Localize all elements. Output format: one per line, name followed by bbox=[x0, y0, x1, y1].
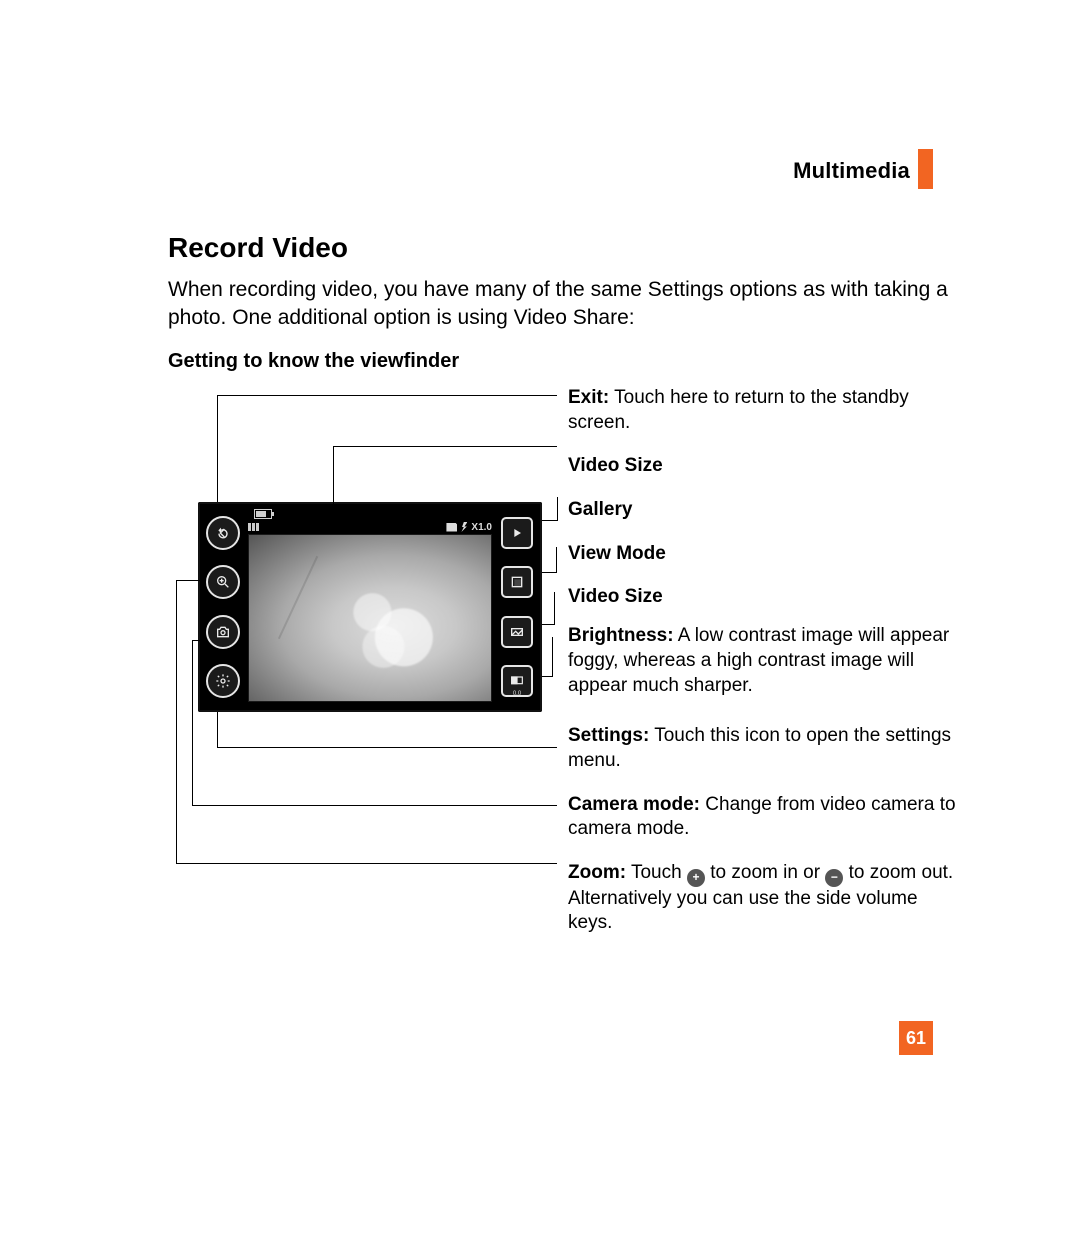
callout-exit: Exit: Touch here to return to the standb… bbox=[568, 386, 958, 435]
manual-page: Multimedia Record Video When recording v… bbox=[0, 0, 1080, 1260]
callout-camera-mode: Camera mode: Change from video camera to… bbox=[568, 793, 958, 842]
brightness-icon[interactable]: 0.0 bbox=[501, 665, 533, 697]
callout-video-size-side: Video Size bbox=[568, 585, 958, 610]
leader-line bbox=[552, 637, 553, 677]
leader-line bbox=[542, 520, 557, 521]
view-mode-icon[interactable] bbox=[501, 566, 533, 598]
zoom-in-icon[interactable] bbox=[206, 565, 240, 599]
leader-line bbox=[542, 572, 556, 573]
callout-list: Exit: Touch here to return to the standb… bbox=[568, 386, 958, 955]
leader-line bbox=[217, 747, 557, 748]
quality-icon bbox=[248, 523, 259, 531]
status-bar bbox=[248, 508, 492, 520]
leader-line bbox=[192, 805, 557, 806]
page-number: 61 bbox=[899, 1021, 933, 1055]
gear-icon[interactable] bbox=[206, 664, 240, 698]
battery-icon bbox=[254, 509, 272, 519]
leader-line bbox=[557, 497, 558, 521]
flash-icon bbox=[461, 522, 467, 532]
zoom-level-label: X1.0 bbox=[471, 522, 492, 533]
callout-view-mode: View Mode bbox=[568, 542, 958, 567]
leader-line bbox=[333, 446, 557, 447]
video-size-icon[interactable] bbox=[501, 616, 533, 648]
section-label: Multimedia bbox=[793, 158, 910, 184]
header-accent-bar bbox=[918, 149, 933, 189]
intro-paragraph: When recording video, you have many of t… bbox=[168, 276, 960, 333]
callout-zoom: Zoom: Touch + to zoom in or − to zoom ou… bbox=[568, 861, 958, 936]
left-button-column bbox=[203, 508, 243, 706]
plus-icon: + bbox=[687, 869, 705, 887]
leader-line bbox=[217, 395, 218, 502]
sd-card-icon bbox=[446, 523, 457, 532]
leader-line bbox=[176, 580, 177, 863]
viewfinder-preview-image bbox=[248, 534, 492, 702]
viewfinder-screenshot: X1.0 bbox=[198, 502, 542, 712]
info-bar: X1.0 bbox=[248, 521, 492, 533]
minus-icon: − bbox=[825, 869, 843, 887]
leader-line bbox=[542, 676, 552, 677]
leader-line bbox=[542, 624, 554, 625]
subsection-title: Getting to know the viewfinder bbox=[168, 350, 459, 373]
leader-line bbox=[217, 395, 557, 396]
leader-line bbox=[333, 446, 334, 506]
leader-line bbox=[554, 592, 555, 625]
leader-line bbox=[557, 497, 558, 498]
gallery-play-icon[interactable] bbox=[501, 517, 533, 549]
callout-settings: Settings: Touch this icon to open the se… bbox=[568, 724, 958, 773]
leader-line bbox=[176, 863, 557, 864]
callout-video-size-top: Video Size bbox=[568, 454, 958, 479]
back-icon[interactable] bbox=[206, 516, 240, 550]
camera-icon[interactable] bbox=[206, 615, 240, 649]
right-button-column: 0.0 bbox=[497, 508, 537, 706]
callout-brightness: Brightness: A low contrast image will ap… bbox=[568, 624, 958, 698]
leader-line bbox=[556, 547, 557, 573]
callout-gallery: Gallery bbox=[568, 498, 958, 523]
page-title: Record Video bbox=[168, 232, 348, 264]
viewfinder-diagram: X1.0 bbox=[168, 380, 968, 950]
leader-line bbox=[176, 580, 202, 581]
leader-line bbox=[192, 640, 202, 641]
leader-line bbox=[192, 640, 193, 805]
brightness-value: 0.0 bbox=[503, 691, 531, 697]
leader-line bbox=[217, 712, 218, 747]
